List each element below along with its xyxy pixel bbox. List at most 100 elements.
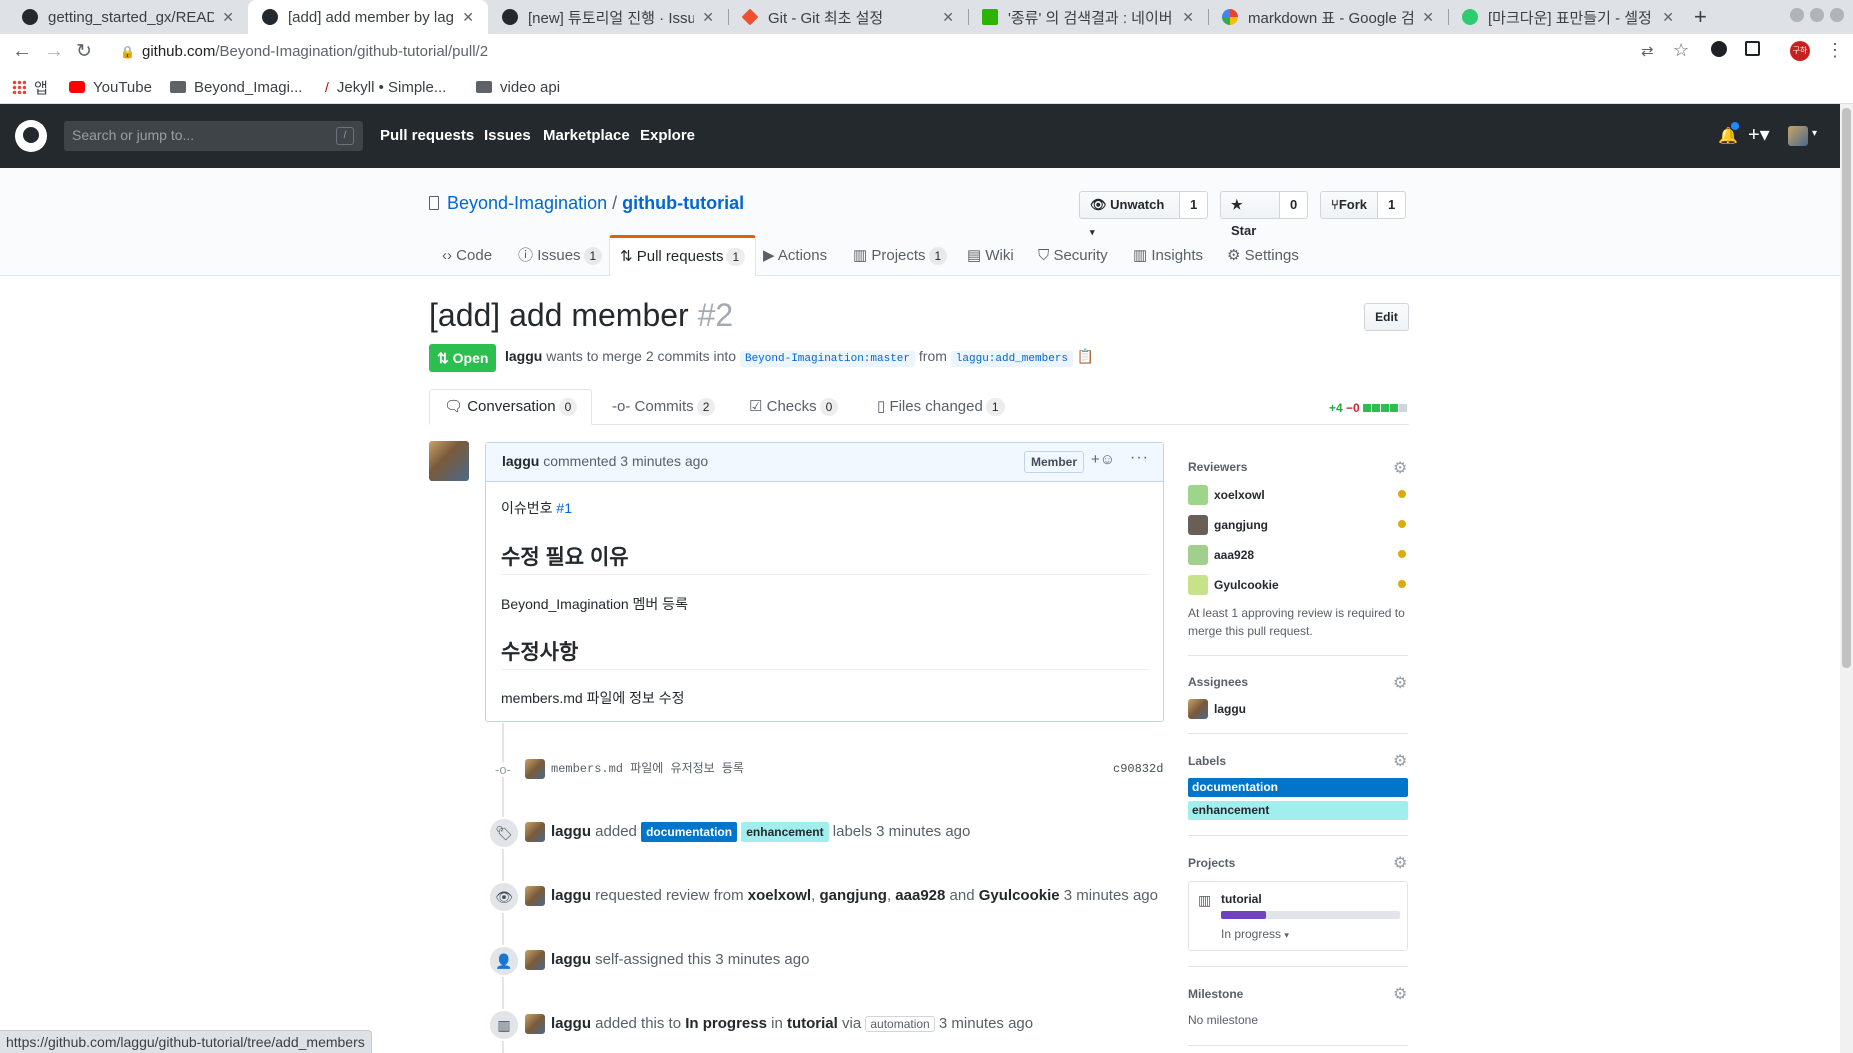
gear-icon[interactable]: ⚙ xyxy=(1393,458,1407,478)
browser-tab[interactable]: getting_started_gx/READ ✕ xyxy=(8,0,248,34)
close-icon[interactable]: ✕ xyxy=(942,9,954,26)
label-documentation[interactable]: documentation xyxy=(641,822,738,842)
gear-icon[interactable]: ⚙ xyxy=(1393,673,1407,693)
nav-marketplace[interactable]: Marketplace xyxy=(543,104,630,168)
bookmark-folder[interactable]: video api xyxy=(476,70,560,104)
bookmark-star-icon[interactable]: ☆ xyxy=(1673,40,1689,61)
extension-icon[interactable] xyxy=(1711,41,1727,57)
user-avatar[interactable] xyxy=(1788,126,1808,146)
star-button[interactable]: ★ Star xyxy=(1220,191,1280,238)
tab-security[interactable]: ⛉ Security xyxy=(1038,236,1108,276)
kebab-menu-icon[interactable]: ··· xyxy=(1130,449,1149,467)
reviewer-link[interactable]: Gyulcookie xyxy=(979,887,1060,904)
bookmark-youtube[interactable]: YouTube xyxy=(69,70,152,104)
close-icon[interactable]: ✕ xyxy=(1662,9,1674,26)
nav-explore[interactable]: Explore xyxy=(640,104,695,168)
reviewer-link[interactable]: gangjung xyxy=(819,887,887,904)
event-avatar[interactable] xyxy=(525,822,545,843)
milestone-heading[interactable]: Milestone xyxy=(1188,987,1243,1001)
assignees-heading[interactable]: Assignees xyxy=(1188,675,1248,689)
nav-issues[interactable]: Issues xyxy=(484,104,531,168)
label-enhancement[interactable]: enhancement xyxy=(741,822,829,842)
bookmark-jekyll[interactable]: / Jekyll • Simple... xyxy=(325,70,446,104)
clipboard-icon[interactable]: 📋 xyxy=(1077,348,1094,364)
tab-commits[interactable]: -o- Commits 2 xyxy=(612,389,716,425)
commit-author-avatar[interactable] xyxy=(525,759,545,779)
label-documentation[interactable]: documentation xyxy=(1188,778,1408,797)
search-input[interactable]: Search or jump to... / xyxy=(64,121,363,151)
reviewer-link[interactable]: xoelxowl xyxy=(748,887,811,904)
watchers-count[interactable]: 1 xyxy=(1180,191,1209,219)
event-user-link[interactable]: laggu xyxy=(551,951,591,968)
tab-insights[interactable]: ▥ Insights xyxy=(1133,236,1203,276)
browser-tab[interactable]: Git - Git 최초 설정 ✕ xyxy=(728,0,968,34)
labels-heading[interactable]: Labels xyxy=(1188,754,1226,768)
repo-name-link[interactable]: github-tutorial xyxy=(622,193,744,213)
nav-pull-requests[interactable]: Pull requests xyxy=(380,104,474,168)
event-user-link[interactable]: laggu xyxy=(551,887,591,904)
project-column-link[interactable]: In progress xyxy=(685,1015,767,1032)
pr-author-link[interactable]: laggu xyxy=(505,348,542,364)
tab-pull-requests[interactable]: ⇅ Pull requests 1 xyxy=(609,235,757,276)
browser-tab[interactable]: '종류' 의 검색결과 : 네이버 ✕ xyxy=(968,0,1208,34)
bookmark-apps[interactable]: 앱 xyxy=(12,70,48,104)
browser-tab[interactable]: [마크다운] 표만들기 - 셀정 ✕ xyxy=(1448,0,1688,34)
event-timestamp[interactable]: 3 minutes ago xyxy=(939,1015,1033,1032)
reviewer-item[interactable]: Gyulcookie xyxy=(1188,575,1279,595)
tab-issues[interactable]: ⓘ Issues 1 xyxy=(518,236,603,276)
projects-heading[interactable]: Projects xyxy=(1188,856,1235,870)
browser-tab[interactable]: [new] 튜토리얼 진행 · Issue ✕ xyxy=(488,0,728,34)
close-icon[interactable]: ✕ xyxy=(222,9,234,26)
back-icon[interactable]: ← xyxy=(12,40,32,63)
tab-files-changed[interactable]: ▯ Files changed 1 xyxy=(877,389,1005,425)
address-bar[interactable]: 🔒 github.com/Beyond-Imagination/github-t… xyxy=(115,38,1625,66)
commit-sha-link[interactable]: c90832d xyxy=(1113,762,1163,776)
edit-button[interactable]: Edit xyxy=(1364,303,1409,331)
comment-timestamp[interactable]: commented 3 minutes ago xyxy=(543,453,708,469)
close-icon[interactable]: ✕ xyxy=(462,9,474,26)
reviewer-link[interactable]: aaa928 xyxy=(895,887,945,904)
bookmark-folder[interactable]: Beyond_Imagi... xyxy=(170,70,302,104)
head-branch[interactable]: laggu:add_members xyxy=(950,351,1074,367)
event-timestamp[interactable]: 3 minutes ago xyxy=(1064,887,1158,904)
comment-author-link[interactable]: laggu xyxy=(502,453,539,469)
gear-icon[interactable]: ⚙ xyxy=(1393,853,1407,873)
forward-icon[interactable]: → xyxy=(44,40,64,63)
tab-checks[interactable]: ☑ Checks 0 xyxy=(749,389,839,425)
unwatch-button[interactable]: 👁 Unwatch ▾ xyxy=(1079,191,1180,237)
close-window-icon[interactable] xyxy=(1830,8,1844,22)
notion-extension-icon[interactable] xyxy=(1745,41,1760,56)
project-card[interactable]: ▥ tutorial In progress ▾ xyxy=(1188,881,1408,951)
reviewers-heading[interactable]: Reviewers xyxy=(1188,460,1247,474)
tab-code[interactable]: ‹› Code xyxy=(442,236,492,276)
gear-icon[interactable]: ⚙ xyxy=(1393,984,1407,1004)
new-tab-button[interactable]: + xyxy=(1694,4,1707,30)
profile-avatar[interactable]: 구하 xyxy=(1790,41,1810,61)
event-avatar[interactable] xyxy=(525,886,545,906)
event-avatar[interactable] xyxy=(525,950,545,970)
tab-conversation[interactable]: 🗨 Conversation 0 xyxy=(429,389,593,425)
event-user-link[interactable]: laggu xyxy=(551,1015,591,1032)
project-status-dropdown[interactable]: In progress ▾ xyxy=(1221,927,1289,941)
label-enhancement[interactable]: enhancement xyxy=(1188,801,1408,820)
stars-count[interactable]: 0 xyxy=(1280,191,1309,219)
minimize-icon[interactable] xyxy=(1790,8,1804,22)
forks-count[interactable]: 1 xyxy=(1378,191,1407,219)
project-name-link[interactable]: tutorial xyxy=(1221,892,1262,906)
close-icon[interactable]: ✕ xyxy=(1422,9,1434,26)
assignee-item[interactable]: laggu xyxy=(1188,699,1246,719)
close-icon[interactable]: ✕ xyxy=(702,9,714,26)
reviewer-item[interactable]: aaa928 xyxy=(1188,545,1254,565)
commit-message-link[interactable]: members.md 파일에 유저정보 등록 xyxy=(551,762,744,776)
repo-owner-link[interactable]: Beyond-Imagination xyxy=(447,193,607,213)
reload-icon[interactable]: ↻ xyxy=(76,40,92,63)
base-branch[interactable]: Beyond-Imagination:master xyxy=(739,351,916,367)
tab-wiki[interactable]: ▤ Wiki xyxy=(967,236,1014,276)
gear-icon[interactable]: ⚙ xyxy=(1393,751,1407,771)
tab-settings[interactable]: ⚙ Settings xyxy=(1227,236,1299,276)
browser-tab[interactable]: markdown 표 - Google 검 ✕ xyxy=(1208,0,1448,34)
author-avatar[interactable] xyxy=(429,441,469,481)
fork-button[interactable]: ⑂Fork xyxy=(1320,191,1378,219)
chevron-down-icon[interactable]: ▾ xyxy=(1812,128,1817,139)
tab-projects[interactable]: ▥ Projects 1 xyxy=(853,236,948,276)
